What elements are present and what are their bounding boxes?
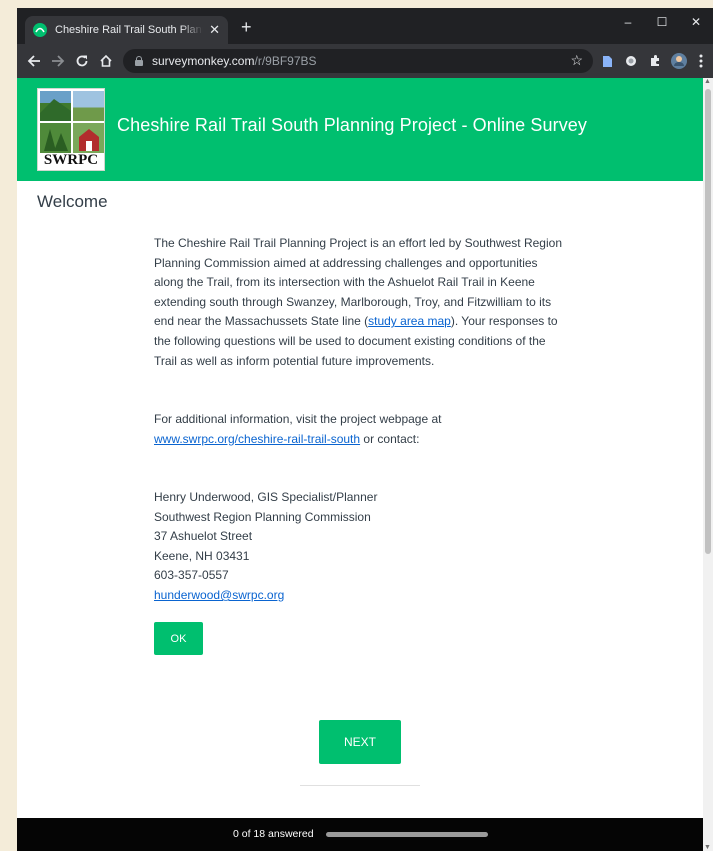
info-text: For additional information, visit the pr… — [154, 412, 442, 426]
contact-city: Keene, NH 03431 — [154, 548, 250, 563]
menu-icon[interactable] — [693, 53, 709, 69]
logo-forest-tile — [40, 123, 71, 153]
browser-toolbar: surveymonkey.com/r/9BF97BS ☆ — [17, 44, 713, 78]
browser-window: Cheshire Rail Trail South Planning Proje… — [17, 8, 713, 851]
forward-icon[interactable] — [47, 44, 69, 78]
star-icon[interactable]: ☆ — [570, 52, 583, 69]
page-scrollbar[interactable]: ▲ ▼ — [703, 78, 713, 851]
browser-tab[interactable]: Cheshire Rail Trail South Planning Proje… — [25, 16, 228, 44]
logo-barn-tile — [73, 123, 104, 153]
back-icon[interactable] — [23, 44, 45, 78]
record-extension-icon[interactable] — [623, 53, 639, 69]
progress-footer: 0 of 18 answered — [17, 818, 703, 851]
maximize-button[interactable]: ☐ — [645, 8, 679, 36]
contact-email-link[interactable]: hunderwood@swrpc.org — [154, 588, 284, 602]
home-icon[interactable] — [95, 44, 117, 78]
divider — [300, 785, 420, 786]
swrpc-logo: SWRPC — [37, 88, 105, 171]
survey-banner: SWRPC Cheshire Rail Trail South Planning… — [17, 78, 703, 181]
progress-text: 0 of 18 answered — [233, 828, 314, 840]
survey-title: Cheshire Rail Trail South Planning Proje… — [117, 115, 588, 135]
url-path: /r/9BF97BS — [254, 54, 317, 68]
contact-name: Henry Underwood, GIS Specialist/Planner — [154, 490, 378, 504]
next-button[interactable]: NEXT — [319, 720, 401, 764]
profile-avatar-icon[interactable] — [671, 53, 687, 69]
info-text-after: or contact: — [360, 431, 420, 446]
info-paragraph: For additional information, visit the pr… — [154, 410, 569, 449]
window-controls: – ☐ ✕ — [611, 8, 713, 36]
url-host: surveymonkey.com — [152, 54, 255, 68]
tab-strip: Cheshire Rail Trail South Planning Proje… — [17, 8, 713, 44]
study-area-map-link[interactable]: study area map — [368, 314, 451, 328]
lock-icon[interactable] — [135, 56, 143, 66]
page-title: Welcome — [37, 192, 108, 211]
logo-mountain-tile — [40, 91, 71, 121]
minimize-button[interactable]: – — [611, 8, 645, 36]
contact-phone: 603-357-0557 — [154, 568, 229, 583]
document-extension-icon[interactable] — [599, 53, 615, 69]
scroll-down-arrow-icon[interactable]: ▼ — [704, 844, 711, 851]
scroll-up-arrow-icon[interactable]: ▲ — [704, 78, 711, 85]
address-bar[interactable]: surveymonkey.com/r/9BF97BS ☆ — [123, 49, 593, 73]
scrollbar-thumb[interactable] — [705, 89, 711, 554]
intro-paragraph: The Cheshire Rail Trail Planning Project… — [154, 234, 569, 371]
extensions-puzzle-icon[interactable] — [647, 53, 663, 69]
contact-org: Southwest Region Planning Commission — [154, 509, 371, 524]
ok-button[interactable]: OK — [154, 622, 203, 655]
progress-track — [326, 832, 488, 837]
project-webpage-link[interactable]: www.swrpc.org/cheshire-rail-trail-south — [154, 432, 360, 446]
contact-street: 37 Ashuelot Street — [154, 529, 253, 544]
reload-icon[interactable] — [71, 44, 93, 78]
logo-text: SWRPC — [43, 152, 99, 168]
contact-block: Henry Underwood, GIS Specialist/Planner … — [154, 488, 569, 606]
page-viewport: SWRPC Cheshire Rail Trail South Planning… — [17, 78, 703, 851]
close-window-button[interactable]: ✕ — [679, 8, 713, 36]
new-tab-button[interactable]: + — [241, 18, 252, 36]
tab-title: Cheshire Rail Trail South Planning Proje… — [55, 24, 203, 36]
surveymonkey-favicon-icon — [33, 23, 47, 37]
logo-sky-tile — [73, 91, 104, 121]
tab-close-icon[interactable]: ✕ — [209, 22, 220, 38]
